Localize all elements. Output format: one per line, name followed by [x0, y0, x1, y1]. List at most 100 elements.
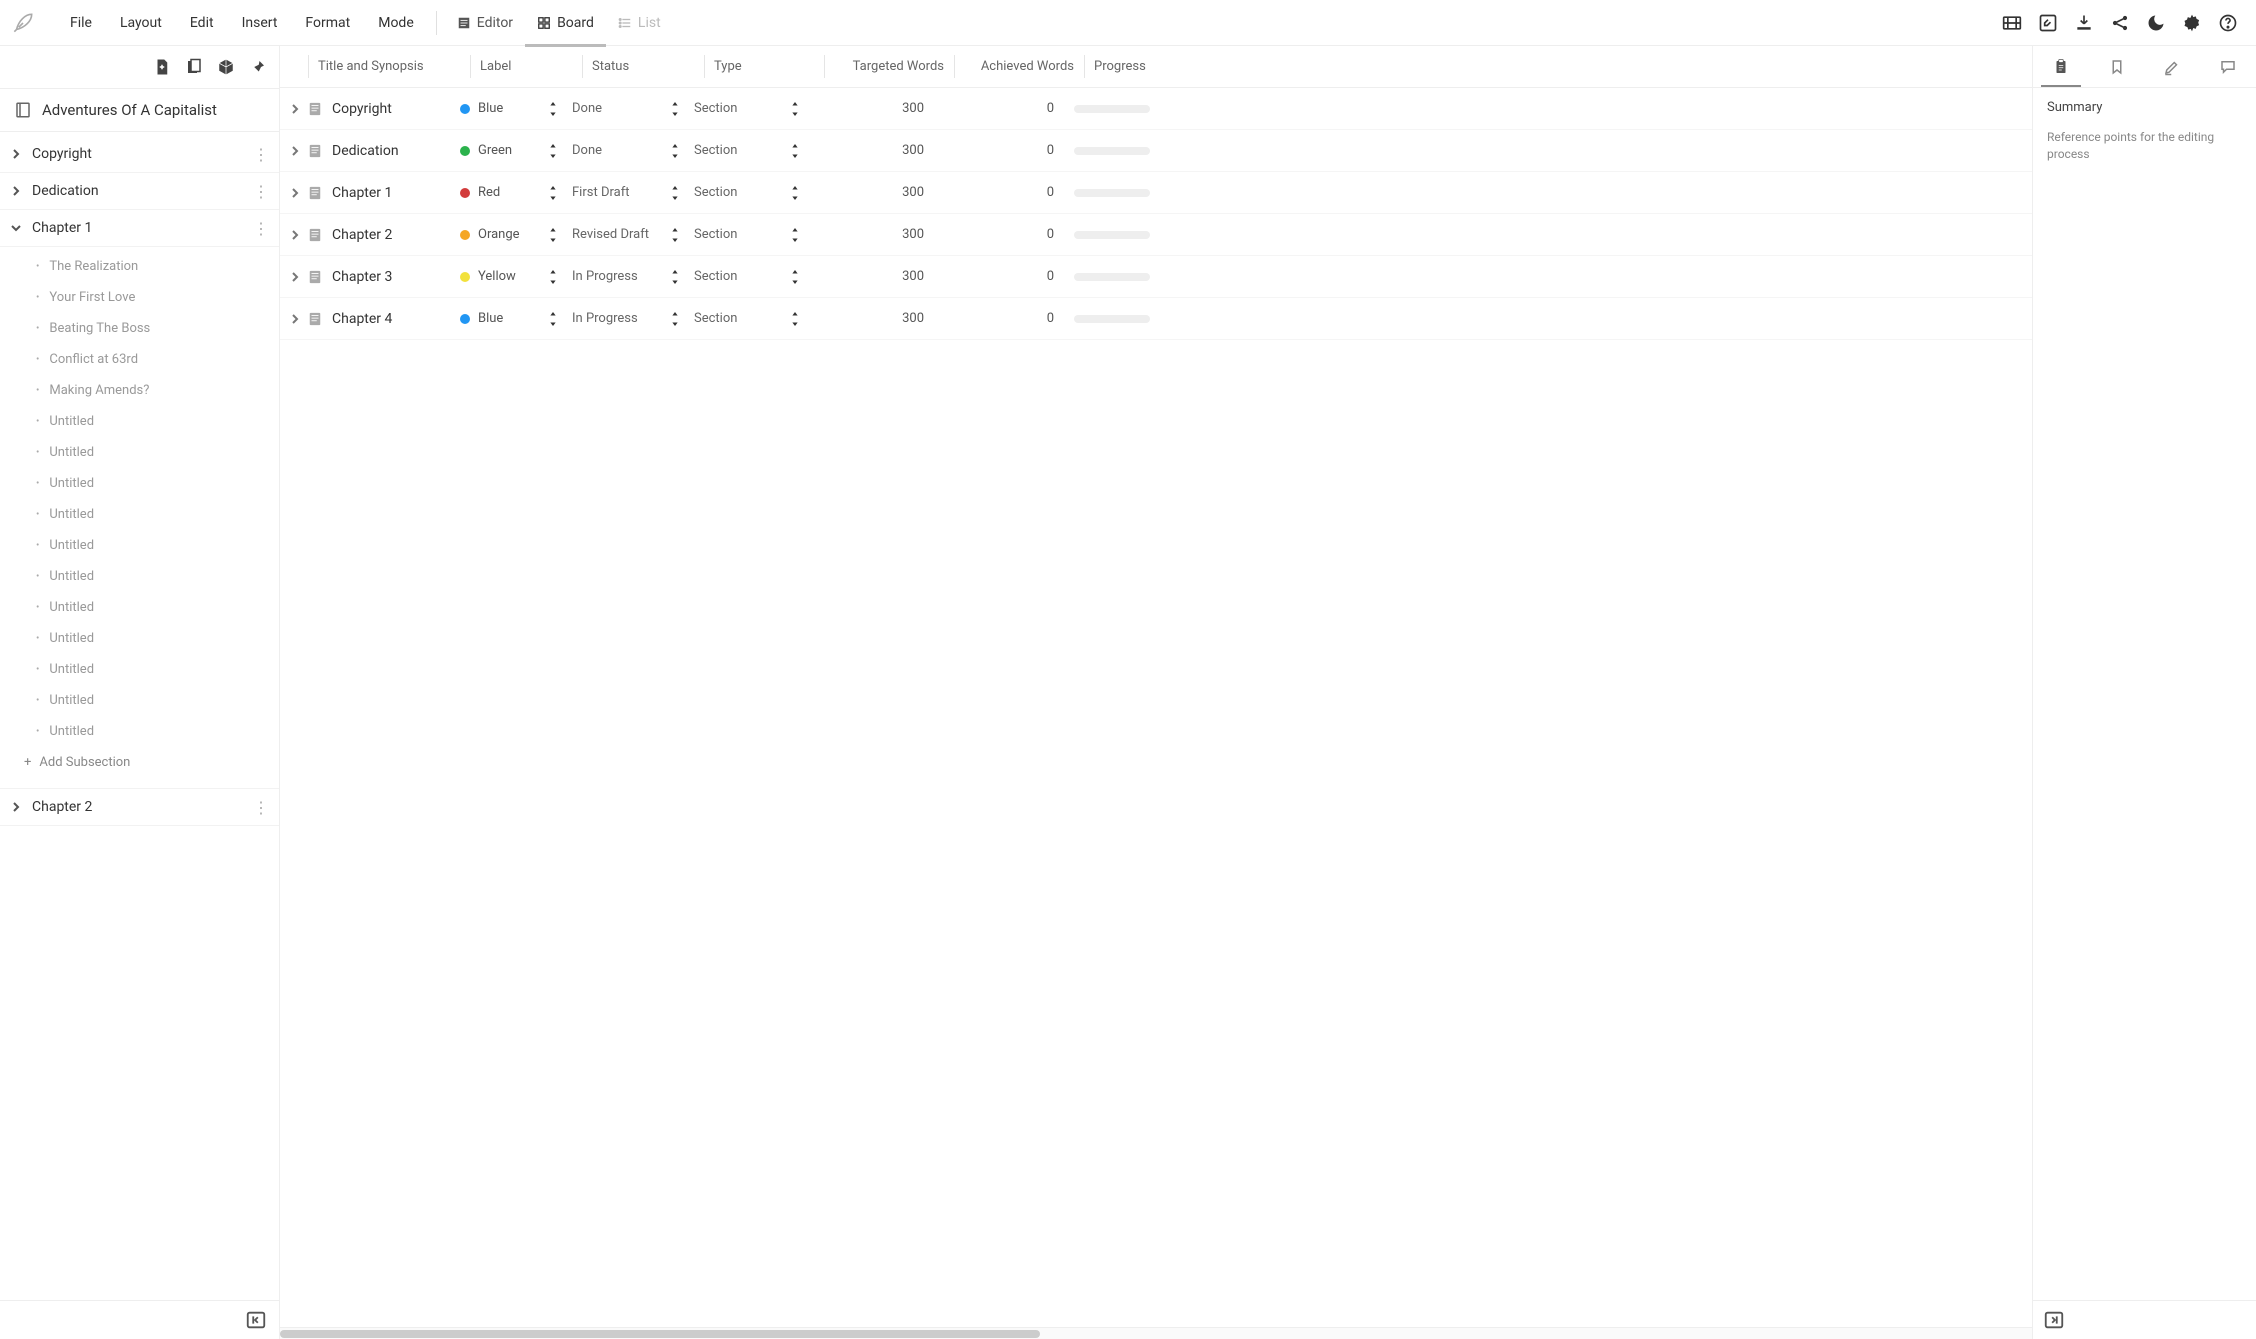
type-select[interactable]: Section — [694, 185, 814, 200]
settings-icon[interactable] — [2182, 13, 2202, 33]
table-row[interactable]: Chapter 4BlueIn ProgressSection3000 — [280, 298, 2032, 340]
status-select[interactable]: Done — [572, 101, 694, 116]
label-select[interactable]: Blue — [460, 101, 572, 116]
column-header[interactable]: Progress — [1084, 59, 1214, 74]
view-tab-editor[interactable]: Editor — [445, 7, 525, 39]
menu-edit[interactable]: Edit — [176, 7, 228, 39]
status-select[interactable]: Done — [572, 143, 694, 158]
tree-sub-item[interactable]: Making Amends? — [0, 375, 279, 406]
help-icon[interactable] — [2218, 13, 2238, 33]
tree-sub-item[interactable]: Untitled — [0, 406, 279, 437]
chevron-right-icon[interactable] — [290, 272, 300, 282]
compose-icon[interactable] — [2038, 13, 2058, 33]
tree-sub-item[interactable]: Untitled — [0, 468, 279, 499]
download-icon[interactable] — [2074, 13, 2094, 33]
select-arrows-icon[interactable] — [790, 312, 800, 326]
collapse-right-icon[interactable] — [2043, 1309, 2065, 1331]
select-arrows-icon[interactable] — [670, 102, 680, 116]
label-select[interactable]: Orange — [460, 227, 572, 242]
new-doc-icon[interactable] — [153, 58, 171, 76]
label-select[interactable]: Green — [460, 143, 572, 158]
tree-item-menu-icon[interactable]: ⋮ — [253, 219, 269, 238]
select-arrows-icon[interactable] — [548, 270, 558, 284]
chevron-right-icon[interactable] — [290, 314, 300, 324]
tree-sub-item[interactable]: Untitled — [0, 716, 279, 747]
label-select[interactable]: Red — [460, 185, 572, 200]
tree-sub-item[interactable]: Untitled — [0, 685, 279, 716]
select-arrows-icon[interactable] — [670, 144, 680, 158]
select-arrows-icon[interactable] — [670, 228, 680, 242]
pin-icon[interactable] — [249, 58, 267, 76]
select-arrows-icon[interactable] — [670, 270, 680, 284]
table-row[interactable]: DedicationGreenDoneSection3000 — [280, 130, 2032, 172]
tree-sub-item[interactable]: Your First Love — [0, 282, 279, 313]
tree-sub-item[interactable]: Untitled — [0, 654, 279, 685]
type-select[interactable]: Section — [694, 269, 814, 284]
column-header[interactable]: Status — [582, 59, 704, 74]
status-select[interactable]: First Draft — [572, 185, 694, 200]
table-row[interactable]: Chapter 3YellowIn ProgressSection3000 — [280, 256, 2032, 298]
select-arrows-icon[interactable] — [790, 270, 800, 284]
tab-comments[interactable] — [2200, 46, 2256, 87]
tree-item[interactable]: Chapter 1⋮ — [0, 210, 279, 247]
select-arrows-icon[interactable] — [670, 312, 680, 326]
video-icon[interactable] — [2002, 13, 2022, 33]
select-arrows-icon[interactable] — [548, 228, 558, 242]
select-arrows-icon[interactable] — [548, 144, 558, 158]
select-arrows-icon[interactable] — [548, 102, 558, 116]
menu-mode[interactable]: Mode — [364, 7, 428, 39]
horizontal-scrollbar[interactable] — [280, 1327, 2032, 1339]
select-arrows-icon[interactable] — [790, 144, 800, 158]
share-icon[interactable] — [2110, 13, 2130, 33]
tree-sub-item[interactable]: The Realization — [0, 251, 279, 282]
tree-sub-item[interactable]: Conflict at 63rd — [0, 344, 279, 375]
tree-item-menu-icon[interactable]: ⋮ — [253, 798, 269, 817]
column-header[interactable]: Targeted Words — [824, 59, 954, 74]
tree-sub-item[interactable]: Untitled — [0, 561, 279, 592]
type-select[interactable]: Section — [694, 143, 814, 158]
tree-sub-item[interactable]: Untitled — [0, 623, 279, 654]
status-select[interactable]: In Progress — [572, 311, 694, 326]
status-select[interactable]: Revised Draft — [572, 227, 694, 242]
type-select[interactable]: Section — [694, 101, 814, 116]
view-tab-board[interactable]: Board — [525, 7, 606, 39]
select-arrows-icon[interactable] — [790, 102, 800, 116]
tree-sub-item[interactable]: Untitled — [0, 592, 279, 623]
tree-item-menu-icon[interactable]: ⋮ — [253, 182, 269, 201]
menu-format[interactable]: Format — [291, 7, 364, 39]
chevron-right-icon[interactable] — [290, 104, 300, 114]
collapse-left-icon[interactable] — [245, 1309, 267, 1331]
chevron-right-icon[interactable] — [290, 146, 300, 156]
dark-mode-icon[interactable] — [2146, 13, 2166, 33]
select-arrows-icon[interactable] — [670, 186, 680, 200]
menu-file[interactable]: File — [56, 7, 106, 39]
column-header[interactable]: Achieved Words — [954, 59, 1084, 74]
select-arrows-icon[interactable] — [548, 186, 558, 200]
select-arrows-icon[interactable] — [790, 186, 800, 200]
status-select[interactable]: In Progress — [572, 269, 694, 284]
tree-item-menu-icon[interactable]: ⋮ — [253, 145, 269, 164]
column-header[interactable]: Type — [704, 59, 824, 74]
tree-sub-item[interactable]: Untitled — [0, 437, 279, 468]
select-arrows-icon[interactable] — [790, 228, 800, 242]
type-select[interactable]: Section — [694, 311, 814, 326]
tree-sub-item[interactable]: Untitled — [0, 530, 279, 561]
column-header[interactable]: Title and Synopsis — [308, 59, 470, 74]
project-title-row[interactable]: Adventures Of A Capitalist — [0, 88, 279, 132]
cube-icon[interactable] — [217, 58, 235, 76]
column-header[interactable]: Label — [470, 59, 582, 74]
tree-item[interactable]: Copyright⋮ — [0, 136, 279, 173]
label-select[interactable]: Blue — [460, 311, 572, 326]
menu-layout[interactable]: Layout — [106, 7, 176, 39]
tree-item[interactable]: Dedication⋮ — [0, 173, 279, 210]
tab-bookmark[interactable] — [2089, 46, 2145, 87]
chevron-right-icon[interactable] — [290, 188, 300, 198]
copy-doc-icon[interactable] — [185, 58, 203, 76]
chevron-right-icon[interactable] — [290, 230, 300, 240]
tab-summary[interactable] — [2033, 46, 2089, 87]
add-subsection-button[interactable]: Add Subsection — [0, 747, 279, 778]
label-select[interactable]: Yellow — [460, 269, 572, 284]
tree-sub-item[interactable]: Beating The Boss — [0, 313, 279, 344]
table-row[interactable]: Chapter 2OrangeRevised DraftSection3000 — [280, 214, 2032, 256]
table-row[interactable]: CopyrightBlueDoneSection3000 — [280, 88, 2032, 130]
